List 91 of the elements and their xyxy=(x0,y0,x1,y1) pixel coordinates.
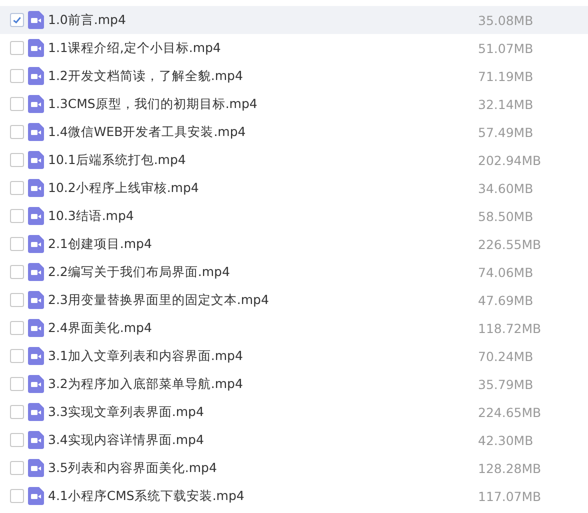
file-row[interactable]: 2.2编写关于我们布局界面.mp4 74.06MB xyxy=(0,258,588,286)
checkbox[interactable] xyxy=(10,125,24,139)
file-name: 1.0前言.mp4 xyxy=(48,12,127,28)
checkbox[interactable] xyxy=(10,41,24,55)
file-size: 226.55MB xyxy=(478,236,542,252)
file-name: 3.2为程序加入底部菜单导航.mp4 xyxy=(48,376,244,392)
video-file-icon xyxy=(28,235,44,253)
file-name: 4.1小程序CMS系统下载安装.mp4 xyxy=(48,488,246,504)
file-size: 32.14MB xyxy=(478,96,534,112)
file-name: 1.2开发文档简读，了解全貌.mp4 xyxy=(48,68,244,84)
file-name: 2.1创建项目.mp4 xyxy=(48,236,153,252)
file-row[interactable]: 4.1小程序CMS系统下载安装.mp4 117.07MB xyxy=(0,482,588,510)
video-file-icon xyxy=(28,347,44,365)
video-file-icon xyxy=(28,431,44,449)
checkbox[interactable] xyxy=(10,293,24,307)
checkbox[interactable] xyxy=(10,405,24,419)
file-size: 58.50MB xyxy=(478,208,534,224)
video-file-icon xyxy=(28,291,44,309)
checkbox[interactable] xyxy=(10,181,24,195)
file-size: 70.24MB xyxy=(478,348,534,364)
file-name: 3.1加入文章列表和内容界面.mp4 xyxy=(48,348,244,364)
file-name: 3.3实现文章列表界面.mp4 xyxy=(48,404,205,420)
file-name: 1.1课程介绍,定个小目标.mp4 xyxy=(48,40,222,56)
video-file-icon xyxy=(28,487,44,505)
video-file-icon xyxy=(28,319,44,337)
file-size: 57.49MB xyxy=(478,124,534,140)
file-name: 10.1后端系统打包.mp4 xyxy=(48,152,187,168)
file-row[interactable]: 10.3结语.mp4 58.50MB xyxy=(0,202,588,230)
checkbox[interactable] xyxy=(10,13,24,27)
video-file-icon xyxy=(28,403,44,421)
file-size: 224.65MB xyxy=(478,404,542,420)
file-name: 2.2编写关于我们布局界面.mp4 xyxy=(48,264,231,280)
video-file-icon xyxy=(28,459,44,477)
file-row[interactable]: 1.0前言.mp4 35.08MB xyxy=(0,6,588,34)
file-name: 1.3CMS原型，我们的初期目标.mp4 xyxy=(48,96,258,112)
file-size: 128.28MB xyxy=(478,460,542,476)
file-name: 2.4界面美化.mp4 xyxy=(48,320,153,336)
checkbox[interactable] xyxy=(10,349,24,363)
file-size: 117.07MB xyxy=(478,488,542,504)
file-size: 35.79MB xyxy=(478,376,534,392)
file-name: 2.3用变量替换界面里的固定文本.mp4 xyxy=(48,292,270,308)
checkbox[interactable] xyxy=(10,209,24,223)
checkbox[interactable] xyxy=(10,433,24,447)
checkbox[interactable] xyxy=(10,461,24,475)
file-name: 10.3结语.mp4 xyxy=(48,208,135,224)
video-file-icon xyxy=(28,375,44,393)
file-row[interactable]: 1.4微信WEB开发者工具安装.mp4 57.49MB xyxy=(0,118,588,146)
file-name: 3.5列表和内容界面美化.mp4 xyxy=(48,460,218,476)
file-row[interactable]: 2.4界面美化.mp4 118.72MB xyxy=(0,314,588,342)
file-row[interactable]: 1.1课程介绍,定个小目标.mp4 51.07MB xyxy=(0,34,588,62)
file-row[interactable]: 1.2开发文档简读，了解全貌.mp4 71.19MB xyxy=(0,62,588,90)
video-file-icon xyxy=(28,67,44,85)
video-file-icon xyxy=(28,207,44,225)
checkbox[interactable] xyxy=(10,321,24,335)
file-row[interactable]: 10.1后端系统打包.mp4 202.94MB xyxy=(0,146,588,174)
video-file-icon xyxy=(28,39,44,57)
file-size: 74.06MB xyxy=(478,264,534,280)
file-row[interactable]: 3.2为程序加入底部菜单导航.mp4 35.79MB xyxy=(0,370,588,398)
file-size: 202.94MB xyxy=(478,152,542,168)
video-file-icon xyxy=(28,11,44,29)
file-name: 3.4实现内容详情界面.mp4 xyxy=(48,432,205,448)
checkbox[interactable] xyxy=(10,265,24,279)
file-row[interactable]: 10.2小程序上线审核.mp4 34.60MB xyxy=(0,174,588,202)
file-size: 118.72MB xyxy=(478,320,542,336)
file-row[interactable]: 2.1创建项目.mp4 226.55MB xyxy=(0,230,588,258)
file-size: 71.19MB xyxy=(478,68,534,84)
checkbox[interactable] xyxy=(10,237,24,251)
checkbox[interactable] xyxy=(10,69,24,83)
file-row[interactable]: 3.5列表和内容界面美化.mp4 128.28MB xyxy=(0,454,588,482)
file-row[interactable]: 2.3用变量替换界面里的固定文本.mp4 47.69MB xyxy=(0,286,588,314)
checkbox[interactable] xyxy=(10,489,24,503)
file-row[interactable]: 1.3CMS原型，我们的初期目标.mp4 32.14MB xyxy=(0,90,588,118)
file-size: 51.07MB xyxy=(478,40,534,56)
video-file-icon xyxy=(28,263,44,281)
file-row[interactable]: 3.1加入文章列表和内容界面.mp4 70.24MB xyxy=(0,342,588,370)
file-size: 47.69MB xyxy=(478,292,534,308)
file-size: 42.30MB xyxy=(478,432,534,448)
checkbox[interactable] xyxy=(10,153,24,167)
video-file-icon xyxy=(28,151,44,169)
check-icon xyxy=(12,15,22,25)
file-size: 34.60MB xyxy=(478,180,534,196)
checkbox[interactable] xyxy=(10,377,24,391)
video-file-icon xyxy=(28,179,44,197)
file-name: 10.2小程序上线审核.mp4 xyxy=(48,180,200,196)
file-row[interactable]: 3.3实现文章列表界面.mp4 224.65MB xyxy=(0,398,588,426)
checkbox[interactable] xyxy=(10,97,24,111)
file-size: 35.08MB xyxy=(478,12,534,28)
video-file-icon xyxy=(28,123,44,141)
file-name: 1.4微信WEB开发者工具安装.mp4 xyxy=(48,124,247,140)
file-row[interactable]: 3.4实现内容详情界面.mp4 42.30MB xyxy=(0,426,588,454)
video-file-icon xyxy=(28,95,44,113)
